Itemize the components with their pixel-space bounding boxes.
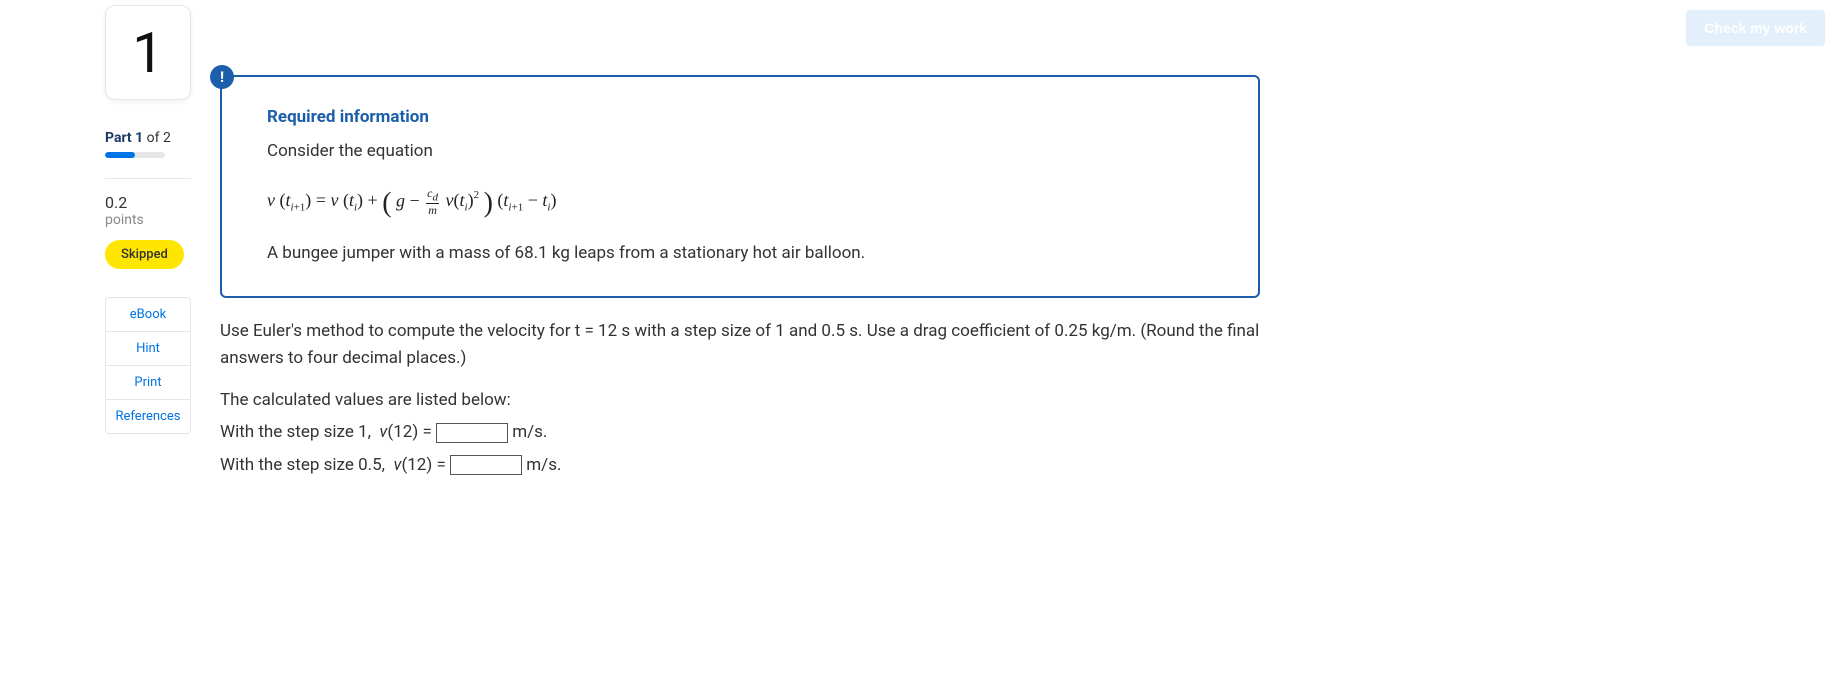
page-root: Check my work 1 Part 1 of 2 0.2 points S…	[0, 0, 1845, 674]
consider-text: Consider the equation	[267, 139, 1213, 165]
skipped-badge: Skipped	[105, 240, 184, 269]
question-prompt: Use Euler's method to compute the veloci…	[220, 318, 1260, 371]
sidebar-links: eBook Hint Print References	[105, 297, 191, 434]
required-info-title: Required information	[267, 107, 1213, 127]
part-progress-fill	[105, 152, 135, 158]
print-link[interactable]: Print	[106, 366, 190, 400]
question-body: Use Euler's method to compute the veloci…	[220, 318, 1260, 478]
question-number-card: 1	[105, 5, 191, 100]
answer1-prefix: With the step size 1, v(12) =	[220, 422, 436, 442]
points-label: points	[105, 212, 195, 228]
sidebar: 1 Part 1 of 2 0.2 points Skipped eBook H…	[105, 5, 195, 434]
part-total: of 2	[143, 130, 171, 146]
content-area: ! Required information Consider the equa…	[220, 75, 1260, 478]
check-my-work-button[interactable]: Check my work	[1686, 10, 1825, 46]
answer-input-step-1[interactable]	[436, 423, 508, 443]
part-progress-bar	[105, 152, 165, 158]
hint-link[interactable]: Hint	[106, 332, 190, 366]
answer2-unit: m/s.	[526, 455, 561, 475]
sidebar-divider	[105, 178, 191, 179]
equation-display: v (ti+1) = v (ti) + ( g − cdm v(ti)2 ) (…	[267, 187, 1213, 219]
alert-icon: !	[210, 65, 234, 89]
answer2-prefix: With the step size 0.5, v(12) =	[220, 455, 450, 475]
listed-intro: The calculated values are listed below:	[220, 387, 1260, 413]
bungee-text: A bungee jumper with a mass of 68.1 kg l…	[267, 241, 1213, 267]
answer-line-1: With the step size 1, v(12) = m/s.	[220, 419, 1260, 445]
part-indicator: Part 1 of 2	[105, 130, 195, 146]
required-info-card: ! Required information Consider the equa…	[220, 75, 1260, 298]
part-current: Part 1	[105, 130, 143, 146]
answer1-unit: m/s.	[512, 422, 547, 442]
points-value: 0.2	[105, 193, 195, 212]
ebook-link[interactable]: eBook	[106, 298, 190, 332]
references-link[interactable]: References	[106, 400, 190, 433]
answer-input-step-0-5[interactable]	[450, 455, 522, 475]
answer-line-2: With the step size 0.5, v(12) = m/s.	[220, 452, 1260, 478]
